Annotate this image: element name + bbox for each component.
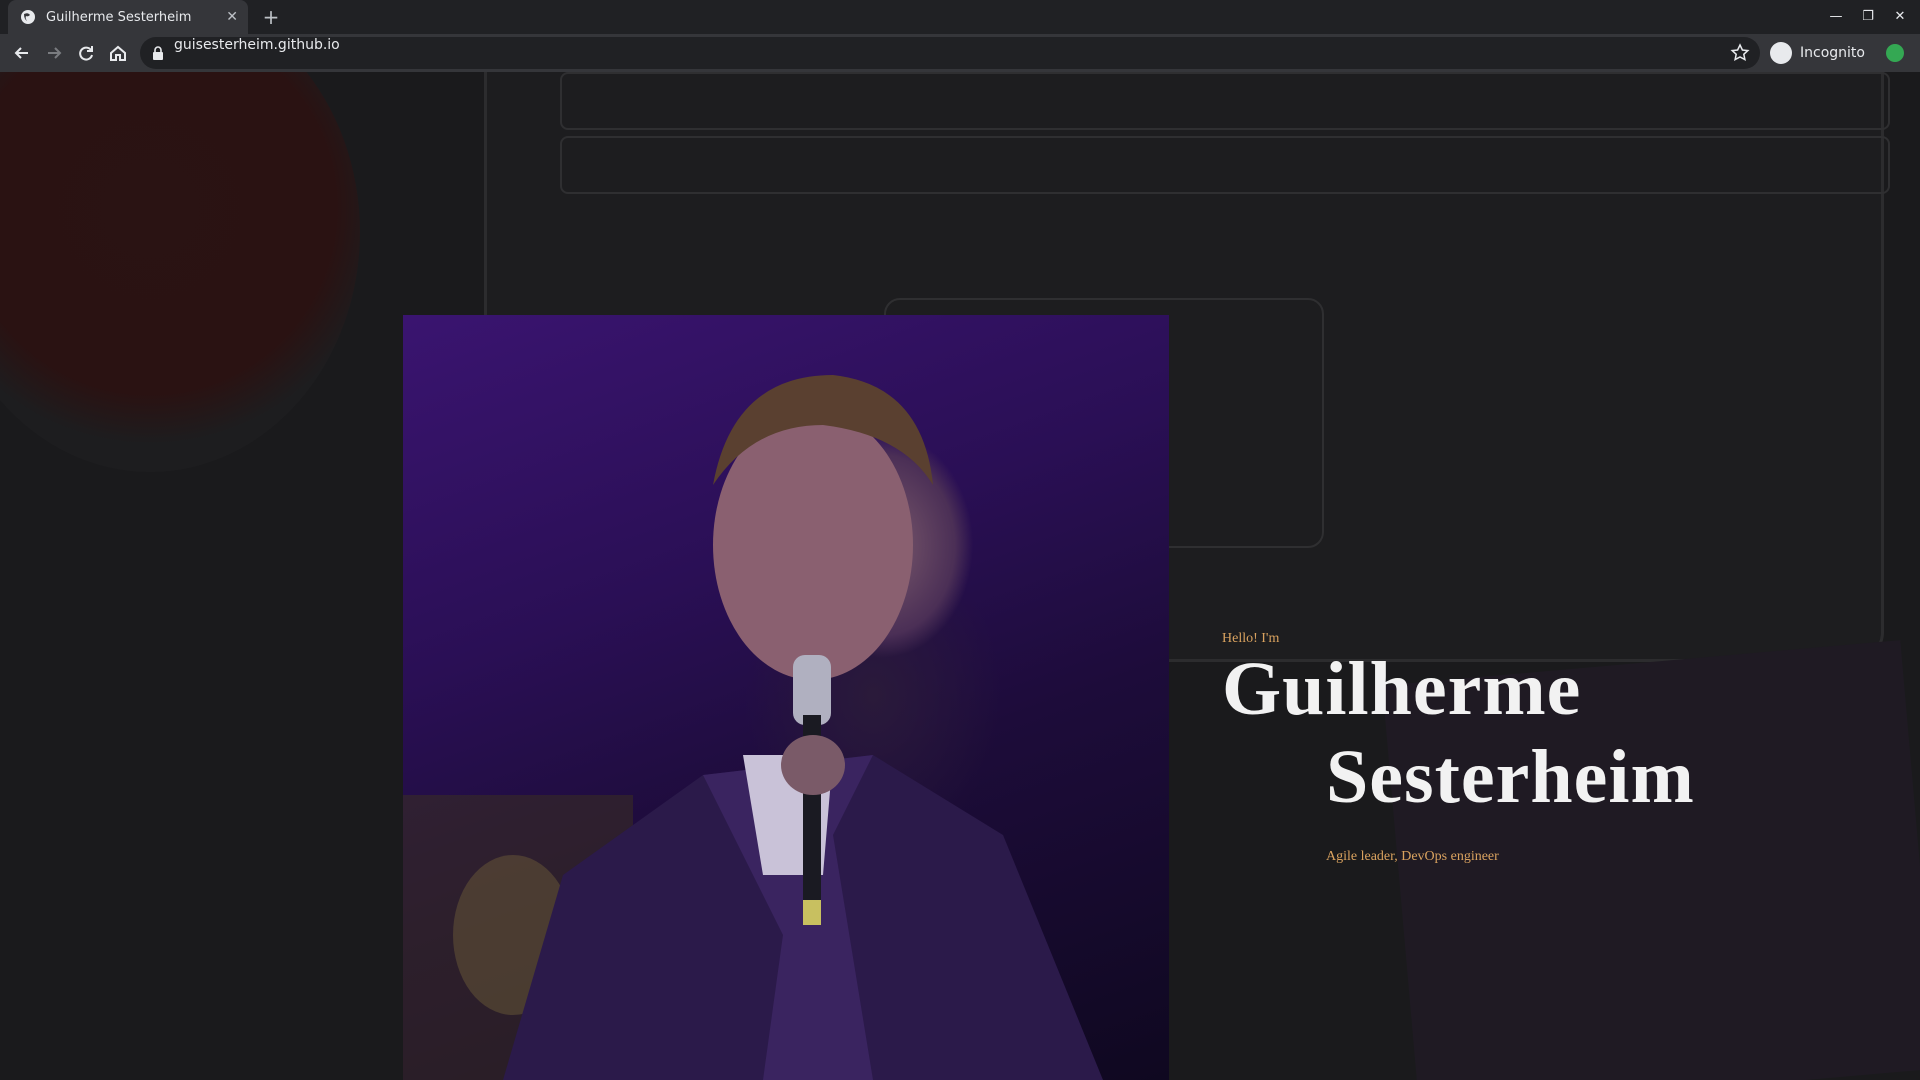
speaker-illustration [403,375,1103,1080]
browser-tab-strip: Guilherme Sesterheim ✕ + — ❐ ✕ [0,0,1920,34]
address-bar[interactable]: guisesterheim.github.io [140,37,1760,69]
last-name-heading: Sesterheim [1326,735,1695,819]
greeting-text: Hello! I'm [1222,631,1280,646]
browser-toolbar: guisesterheim.github.io Incognito [0,34,1920,72]
minimize-icon[interactable]: — [1820,0,1852,34]
bookmark-star-icon[interactable] [1730,43,1750,63]
first-name-heading: Guilherme [1222,647,1582,731]
globe-icon [21,10,35,24]
incognito-indicator[interactable]: Incognito [1770,39,1865,67]
back-arrow-icon[interactable] [8,39,36,67]
reload-icon[interactable] [72,39,100,67]
url-text: guisesterheim.github.io [174,37,340,53]
close-window-icon[interactable]: ✕ [1884,0,1916,34]
incognito-icon [1770,42,1792,64]
background-keyboard-row [560,72,1890,130]
tab-title: Guilherme Sesterheim [46,9,192,25]
tab-active[interactable]: Guilherme Sesterheim ✕ [8,0,248,34]
close-tab-icon[interactable]: ✕ [226,9,238,25]
profile-photo [403,315,1169,1080]
lock-icon [153,46,163,60]
background-keyboard-row [560,136,1890,194]
new-tab-button[interactable]: + [258,4,284,30]
tagline-text: Agile leader, DevOps engineer [1326,849,1499,864]
extension-icon[interactable] [1886,44,1904,62]
restore-icon[interactable]: ❐ [1852,0,1884,34]
page-viewport: Hello! I'm Guilherme Sesterheim Agile le… [0,72,1920,1080]
incognito-label: Incognito [1800,45,1865,61]
forward-arrow-icon[interactable] [40,39,68,67]
home-icon[interactable] [104,39,132,67]
background-bowl [0,72,360,472]
